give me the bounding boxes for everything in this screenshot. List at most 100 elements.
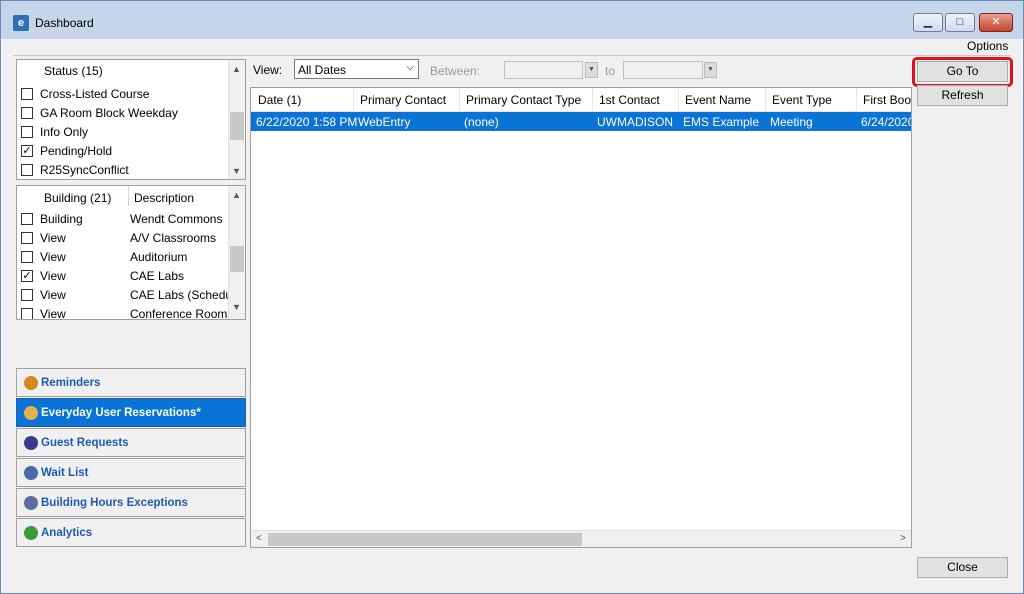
building-scrollbar[interactable]: ▲ ▼ (228, 186, 245, 319)
nav-analytics[interactable]: Analytics (16, 518, 246, 547)
minimize-button[interactable]: ▁ (913, 13, 943, 32)
to-label: to (605, 64, 616, 78)
list-item[interactable]: Cross-Listed Course (17, 85, 227, 104)
list-item-type: Building (40, 212, 83, 226)
reservations-grid[interactable]: Date (1) Primary Contact Primary Contact T… (250, 87, 912, 548)
list-item-type: View (40, 288, 66, 302)
column-separator (592, 88, 593, 112)
column-header[interactable]: 1st Contact (599, 93, 660, 107)
building-header-label[interactable]: Building (21) (44, 191, 111, 205)
checkbox[interactable] (21, 251, 33, 263)
nav-waitlist[interactable]: Wait List (16, 458, 246, 487)
list-item-label: R25SyncConflict (40, 163, 129, 177)
column-separator (765, 88, 766, 112)
nav-label: Analytics (41, 527, 93, 539)
column-separator (459, 88, 460, 112)
nav-building[interactable]: Building Hours Exceptions (16, 488, 246, 517)
checkbox[interactable] (21, 126, 33, 138)
list-item[interactable]: View Auditorium (17, 248, 227, 267)
between-label: Between: (430, 64, 481, 78)
list-item[interactable]: Building Wendt Commons (17, 210, 227, 229)
column-header[interactable]: Event Type (772, 93, 832, 107)
maximize-button[interactable]: □ (945, 13, 975, 32)
checkbox[interactable] (21, 164, 33, 176)
divider (13, 55, 1011, 56)
status-list-header[interactable]: Status (15) (17, 60, 245, 80)
status-scrollbar[interactable]: ▲ ▼ (228, 60, 245, 179)
checkbox[interactable] (21, 232, 33, 244)
list-item[interactable]: View A/V Classrooms (17, 229, 227, 248)
nav-label: Guest Requests (41, 437, 129, 449)
description-header-label[interactable]: Description (134, 191, 194, 205)
list-item[interactable]: ✓ View CAE Labs (17, 267, 227, 286)
list-item[interactable]: R25SyncConflict (17, 161, 227, 179)
list-item[interactable]: GA Room Block Weekday (17, 104, 227, 123)
scroll-thumb[interactable] (230, 112, 244, 140)
scroll-down-icon[interactable]: ▼ (232, 302, 241, 312)
table-cell: UWMADISON (597, 115, 673, 129)
column-header[interactable]: Primary Contact Type (466, 93, 581, 107)
date-dropdown-icon[interactable]: ▼ (704, 62, 717, 78)
nav-label: Wait List (41, 467, 89, 479)
column-header[interactable]: Event Name (685, 93, 751, 107)
column-header[interactable]: Date (1) (258, 93, 301, 107)
list-item-type: View (40, 250, 66, 264)
list-item[interactable]: View CAE Labs (Schedule (17, 286, 228, 305)
checkbox[interactable] (21, 107, 33, 119)
column-separator (353, 88, 354, 112)
checkbox[interactable]: ✓ (21, 270, 33, 282)
scroll-right-icon[interactable]: > (900, 533, 906, 544)
refresh-button[interactable]: Refresh (917, 85, 1008, 106)
checkbox[interactable] (21, 289, 33, 301)
close-button[interactable]: Close (917, 557, 1008, 578)
checkbox[interactable]: ✓ (21, 145, 33, 157)
building-list-header: Building (21) Description (17, 186, 245, 206)
dashboard-window: e Dashboard ▁ □ ✕ Options Status (15) Cr… (0, 0, 1024, 594)
column-header[interactable]: First Book (863, 93, 911, 107)
list-item[interactable]: Info Only (17, 123, 227, 142)
checkbox[interactable] (21, 213, 33, 225)
scroll-up-icon[interactable]: ▲ (232, 190, 241, 200)
question-icon (24, 436, 38, 450)
window-title: Dashboard (35, 16, 94, 30)
list-item-label: Pending/Hold (40, 144, 113, 158)
list-item-label: GA Room Block Weekday (40, 106, 178, 120)
between-to-date[interactable] (623, 61, 703, 79)
view-select-value: All Dates (298, 63, 347, 77)
view-select[interactable]: All Dates ⌵ (294, 59, 419, 79)
scroll-up-icon[interactable]: ▲ (232, 64, 241, 74)
column-separator (856, 88, 857, 112)
between-from-date[interactable] (504, 61, 583, 79)
table-cell: (none) (464, 115, 499, 129)
list-item-label: Info Only (40, 125, 89, 139)
list-item[interactable]: ✓ Pending/Hold (17, 142, 227, 161)
grid-header: Date (1) Primary Contact Primary Contact T… (251, 88, 911, 112)
scroll-left-icon[interactable]: < (256, 533, 262, 544)
status-list[interactable]: Status (15) Cross-Listed Course GA Room B… (16, 59, 246, 180)
nav-question[interactable]: Guest Requests (16, 428, 246, 457)
grid-horizontal-scrollbar[interactable]: < > (251, 530, 911, 547)
analytics-icon (24, 526, 38, 540)
list-item-description: Auditorium (130, 250, 188, 264)
column-header[interactable]: Primary Contact (360, 93, 446, 107)
status-header-label: Status (15) (44, 64, 103, 78)
highlight-ring (912, 57, 1013, 87)
date-dropdown-icon[interactable]: ▼ (585, 62, 598, 78)
close-window-button[interactable]: ✕ (979, 13, 1013, 32)
nav-globe[interactable]: Everyday User Reservations* (16, 398, 246, 427)
scroll-thumb[interactable] (268, 533, 582, 546)
nav-reminders[interactable]: Reminders (16, 368, 246, 397)
scroll-down-icon[interactable]: ▼ (232, 166, 241, 176)
building-list[interactable]: Building (21) Description Building Wendt … (16, 185, 246, 320)
options-menu[interactable]: Options (967, 39, 1008, 53)
title-bar[interactable]: e Dashboard ▁ □ ✕ (1, 1, 1023, 39)
checkbox[interactable] (21, 88, 33, 100)
table-row[interactable]: 6/22/2020 1:58 PM WebEntry (none) UWMADISON… (251, 112, 911, 131)
nav-label: Reminders (41, 377, 101, 389)
list-item[interactable]: View Conference Rooms (17, 305, 228, 319)
list-item-description: CAE Labs (Schedule (130, 288, 228, 302)
scroll-thumb[interactable] (230, 246, 244, 272)
nav-label: Everyday User Reservations* (41, 407, 201, 419)
table-cell: EMS Example (683, 115, 760, 129)
checkbox[interactable] (21, 308, 33, 319)
